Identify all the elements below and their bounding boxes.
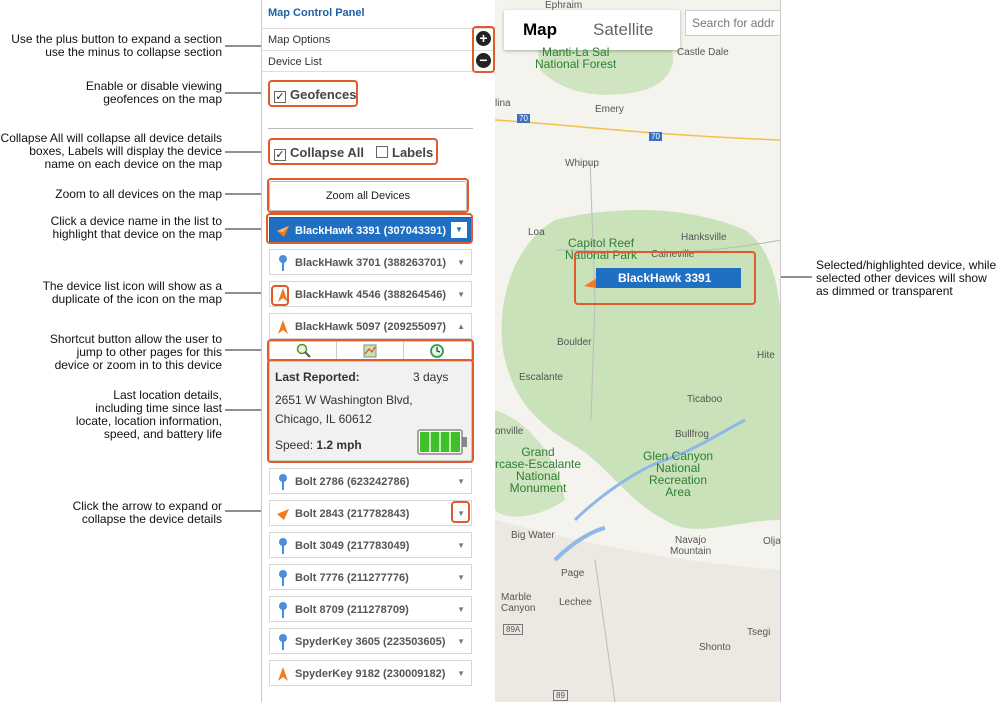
device-row-bolt-3049[interactable]: Bolt 3049 (217783049) ▼ bbox=[269, 532, 472, 558]
chevron-down-icon[interactable]: ▼ bbox=[457, 533, 465, 559]
device-label: SpyderKey 3605 (223503605) bbox=[295, 636, 446, 648]
place-label: Hite bbox=[757, 350, 775, 361]
place-label: Glen Canyon National Recreation Area bbox=[643, 449, 714, 499]
device-label: Bolt 2786 (623242786) bbox=[295, 476, 410, 488]
list-icon-highlight bbox=[271, 285, 289, 306]
map-options-section[interactable]: Map Options bbox=[262, 28, 496, 50]
map-search-input[interactable]: Search for addr bbox=[685, 10, 780, 36]
annotation-list-icon: The device list icon will show as a dupl… bbox=[42, 279, 222, 306]
chevron-down-icon[interactable]: ▼ bbox=[457, 469, 465, 495]
device-label: Bolt 3049 (217783049) bbox=[295, 540, 410, 552]
device-row-bolt-8709[interactable]: Bolt 8709 (211278709) ▼ bbox=[269, 596, 472, 622]
place-label: lina bbox=[495, 98, 511, 109]
device-label: Bolt 2843 (217782843) bbox=[295, 508, 410, 520]
place-label: Marble Canyon bbox=[501, 592, 536, 614]
annotation-selected: Selected/highlighted device, while selec… bbox=[816, 258, 997, 298]
device-row-blackhawk-3701[interactable]: BlackHawk 3701 (388263701) ▼ bbox=[269, 249, 472, 275]
collapse-labels-highlight bbox=[268, 138, 438, 165]
place-label: Shonto bbox=[699, 642, 731, 653]
place-label: Escalante bbox=[519, 372, 563, 383]
annotation-shortcut: Shortcut button allow the user to jump t… bbox=[49, 332, 222, 372]
map-selected-highlight bbox=[574, 251, 756, 305]
zoom-highlight bbox=[267, 178, 469, 213]
tab-satellite[interactable]: Satellite bbox=[593, 10, 653, 50]
arrow-up-orange-icon bbox=[278, 320, 288, 334]
chevron-up-icon[interactable]: ▲ bbox=[457, 314, 465, 340]
annotation-click-name: Click a device name in the list to highl… bbox=[50, 214, 222, 241]
chevron-down-icon[interactable]: ▼ bbox=[457, 629, 465, 655]
plus-minus-highlight bbox=[472, 26, 495, 73]
place-label: Navajo Mountain bbox=[670, 535, 712, 557]
device-list-section[interactable]: Device List bbox=[262, 50, 496, 72]
arrow-orange-icon bbox=[277, 509, 289, 520]
annotation-zoom: Zoom to all devices on the map bbox=[55, 187, 222, 201]
annotation-collapse-labels: Collapse All will collapse all device de… bbox=[0, 131, 222, 171]
device-row-bolt-2843[interactable]: Bolt 2843 (217782843) ▼ bbox=[269, 500, 472, 526]
place-label: Loa bbox=[528, 227, 545, 238]
pin-blue-icon bbox=[279, 474, 287, 490]
highway-shield: 89 bbox=[553, 690, 568, 701]
place-label: Big Water bbox=[511, 530, 555, 541]
geofences-highlight bbox=[268, 80, 358, 107]
device-row-blackhawk-5097[interactable]: BlackHawk 5097 (209255097) ▲ bbox=[269, 313, 472, 339]
highway-shield: 70 bbox=[517, 114, 530, 123]
map-control-panel: Map Control Panel Map Options Device Lis… bbox=[261, 0, 496, 702]
details-highlight bbox=[267, 359, 474, 463]
panel-title: Map Control Panel bbox=[268, 7, 365, 19]
place-label: Grand rcase-Escalante National Monument bbox=[495, 445, 582, 495]
chevron-down-icon[interactable]: ▼ bbox=[457, 250, 465, 276]
arrow-up-orange-icon bbox=[278, 667, 288, 681]
place-label: Hanksville bbox=[681, 232, 727, 243]
pin-blue-icon bbox=[279, 634, 287, 650]
annotation-plus-minus: Use the plus button to expand a section … bbox=[11, 32, 222, 59]
chevron-down-icon[interactable]: ▼ bbox=[457, 565, 465, 591]
place-label: Emery bbox=[595, 104, 624, 115]
pin-blue-icon bbox=[279, 255, 287, 271]
map-options-label: Map Options bbox=[268, 34, 331, 46]
place-label: Whipup bbox=[565, 158, 599, 169]
place-label: Boulder bbox=[557, 337, 592, 348]
device-row-blackhawk-4546[interactable]: BlackHawk 4546 (388264546) ▼ bbox=[269, 281, 472, 307]
arrow-highlight bbox=[451, 501, 470, 523]
tab-map[interactable]: Map bbox=[523, 10, 557, 50]
chevron-down-icon[interactable]: ▼ bbox=[457, 661, 465, 687]
place-label: Castle Dale bbox=[677, 47, 729, 58]
device-label: BlackHawk 4546 (388264546) bbox=[295, 289, 447, 301]
selected-device-highlight bbox=[266, 213, 473, 244]
device-row-bolt-7776[interactable]: Bolt 7776 (211277776) ▼ bbox=[269, 564, 472, 590]
annotation-last-location: Last location details, including time si… bbox=[75, 388, 222, 441]
chevron-down-icon[interactable]: ▼ bbox=[457, 597, 465, 623]
pin-blue-icon bbox=[279, 570, 287, 586]
highway-shield: 70 bbox=[649, 132, 662, 141]
panel-divider bbox=[268, 128, 473, 129]
annotation-arrow: Click the arrow to expand or collapse th… bbox=[72, 499, 222, 526]
pin-blue-icon bbox=[279, 538, 287, 554]
place-label: Bullfrog bbox=[675, 429, 709, 440]
device-label: SpyderKey 9182 (230009182) bbox=[295, 668, 446, 680]
chevron-down-icon[interactable]: ▼ bbox=[457, 282, 465, 308]
device-label: Bolt 8709 (211278709) bbox=[295, 604, 409, 616]
place-label: Olja bbox=[763, 536, 781, 547]
annotation-geofences: Enable or disable viewing geofences on t… bbox=[85, 79, 222, 106]
place-label: Lechee bbox=[559, 597, 592, 608]
place-label: Page bbox=[561, 568, 585, 579]
device-row-spyderkey-3605[interactable]: SpyderKey 3605 (223503605) ▼ bbox=[269, 628, 472, 654]
device-list-label: Device List bbox=[268, 56, 322, 68]
map-view[interactable]: Map Satellite Search for addr Ephraim Ma… bbox=[495, 0, 781, 702]
pin-blue-icon bbox=[279, 602, 287, 618]
place-label: Tsegi bbox=[747, 627, 771, 638]
device-label: Bolt 7776 (211277776) bbox=[295, 572, 409, 584]
place-label: Ephraim bbox=[545, 0, 583, 11]
device-label: BlackHawk 3701 (388263701) bbox=[295, 257, 447, 269]
place-label: Manti-La Sal National Forest bbox=[535, 45, 617, 71]
map-type-control: Map Satellite bbox=[504, 10, 680, 50]
map-terrain bbox=[495, 11, 780, 702]
device-label: BlackHawk 5097 (209255097) bbox=[295, 321, 447, 333]
device-row-bolt-2786[interactable]: Bolt 2786 (623242786) ▼ bbox=[269, 468, 472, 494]
place-label: Ticaboo bbox=[687, 394, 723, 405]
device-row-spyderkey-9182[interactable]: SpyderKey 9182 (230009182) ▼ bbox=[269, 660, 472, 686]
highway-shield: 89A bbox=[503, 624, 524, 635]
place-label: onville bbox=[495, 426, 524, 437]
